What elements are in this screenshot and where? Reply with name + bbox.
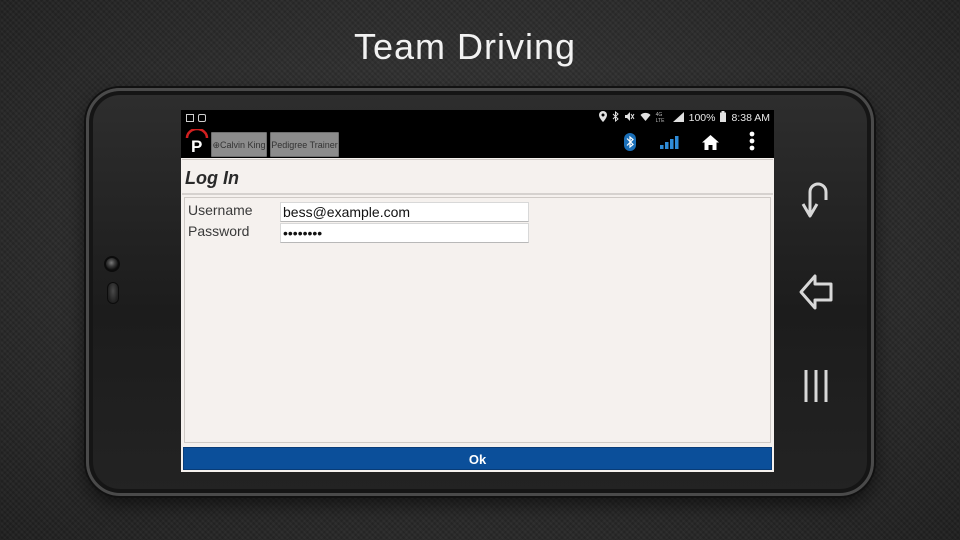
signal-icon <box>672 111 684 125</box>
notification-icon <box>186 114 194 122</box>
home-icon[interactable] <box>701 132 719 152</box>
battery-icon <box>720 111 727 125</box>
sensor-icon <box>107 282 119 304</box>
recent-apps-icon[interactable] <box>802 366 832 406</box>
tab-driver[interactable]: ⊕Calvin King <box>211 132 267 157</box>
return-icon[interactable] <box>800 178 832 218</box>
battery-percent: 100% <box>688 112 716 124</box>
page-header: Log In <box>182 159 773 195</box>
screenshot-icon <box>198 114 206 122</box>
mute-icon <box>624 111 635 125</box>
camera-icon <box>104 256 120 272</box>
app-logo: P <box>185 127 209 156</box>
wifi-icon <box>640 112 651 125</box>
network-label: 4G LTE <box>655 112 665 124</box>
username-label: Username <box>188 202 253 218</box>
bluetooth-status-icon <box>612 110 619 125</box>
location-icon <box>598 111 607 125</box>
username-field[interactable] <box>280 202 529 222</box>
login-form: Username Password <box>184 197 771 443</box>
device-screen: 4G LTE 100% 8:38 AM P ⊕Calvin King Pedig… <box>181 110 774 472</box>
page-title: Log In <box>185 168 239 188</box>
slide-title: Team Driving <box>353 26 577 67</box>
password-label: Password <box>188 223 250 239</box>
back-icon[interactable] <box>798 272 834 312</box>
more-options-icon[interactable] <box>745 130 759 152</box>
password-field[interactable] <box>280 223 529 243</box>
svg-text:P: P <box>191 137 202 155</box>
clock: 8:38 AM <box>731 112 770 124</box>
status-bar: 4G LTE 100% 8:38 AM <box>181 110 774 126</box>
app-toolbar: P ⊕Calvin King Pedigree Trainer <box>181 126 774 158</box>
signal-strength-icon[interactable] <box>659 132 683 152</box>
tab-vehicle[interactable]: Pedigree Trainer <box>270 132 339 157</box>
bluetooth-icon[interactable] <box>623 132 637 152</box>
ok-button[interactable]: Ok <box>183 447 772 470</box>
